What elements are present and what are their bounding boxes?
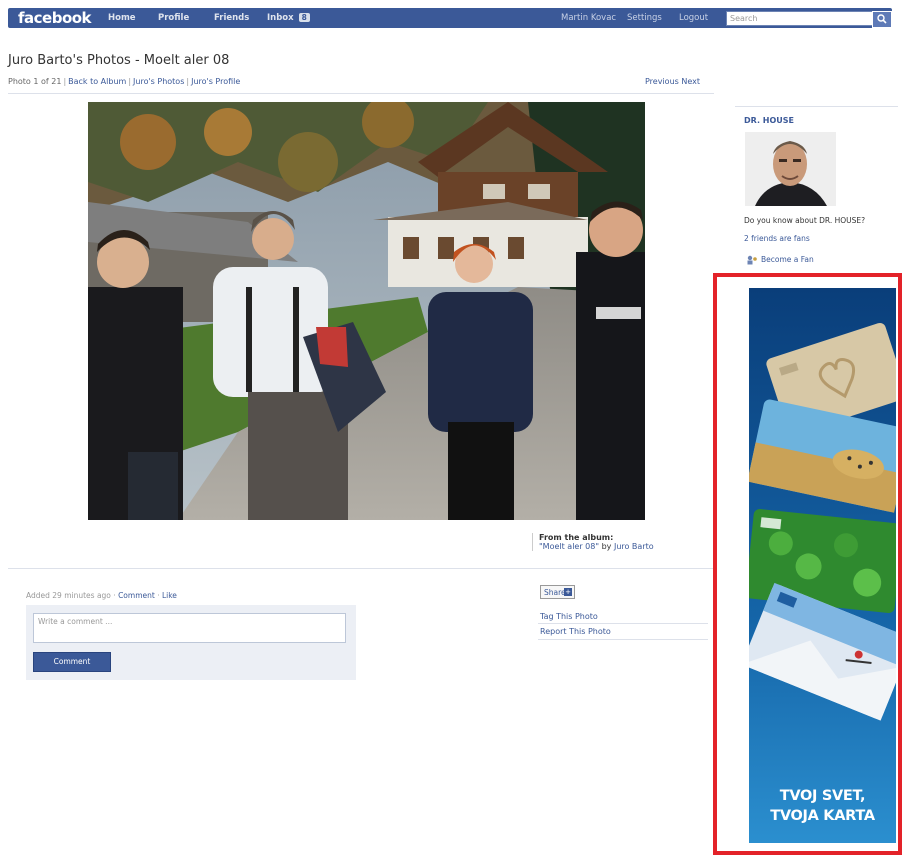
album-by: by — [601, 542, 612, 551]
fan-count-link[interactable]: 2 friends are fans — [744, 234, 810, 243]
become-fan-link[interactable]: Become a Fan — [746, 255, 814, 265]
tag-photo-link[interactable]: Tag This Photo — [540, 612, 598, 621]
nav-settings[interactable]: Settings — [627, 13, 662, 23]
album-line: "Moelt aler 08" by Juro Barto — [539, 542, 711, 551]
nav-profile[interactable]: Profile — [158, 13, 189, 23]
divider — [735, 106, 898, 107]
divider — [8, 568, 714, 569]
fan-page-title[interactable]: DR. HOUSE — [744, 116, 794, 125]
nav-user-name[interactable]: Martin Kovac — [561, 13, 616, 23]
portrait-image — [745, 132, 836, 206]
fan-icon — [747, 255, 757, 265]
album-name-link[interactable]: "Moelt aler 08" — [539, 542, 599, 551]
search-icon — [877, 14, 887, 24]
share-button[interactable]: Share + — [540, 585, 575, 599]
share-label: Share — [544, 588, 566, 597]
photo-index: Photo 1 of 21 — [8, 77, 62, 86]
nav-logout[interactable]: Logout — [679, 13, 708, 23]
owner-photos-link[interactable]: Juro's Photos — [133, 77, 184, 86]
main-photo[interactable] — [88, 102, 645, 520]
comment-input[interactable]: Write a comment ... — [33, 613, 346, 643]
ad-highlight-box — [713, 273, 902, 855]
search-button[interactable] — [872, 11, 892, 28]
album-owner-link[interactable]: Juro Barto — [614, 542, 654, 551]
owner-profile-link[interactable]: Juro's Profile — [191, 77, 240, 86]
nav-friends[interactable]: Friends — [214, 13, 249, 23]
added-time: Added 29 minutes ago — [26, 591, 111, 600]
top-navigation-bar: facebook Home Profile Friends Inbox 8 Ma… — [8, 8, 892, 28]
fan-page-photo[interactable] — [745, 132, 836, 206]
group-photo-image — [88, 102, 645, 520]
album-info: From the album: "Moelt aler 08" by Juro … — [532, 533, 711, 551]
fan-question: Do you know about DR. HOUSE? — [744, 216, 866, 225]
next-link[interactable]: Next — [681, 77, 700, 86]
photo-breadcrumb: Photo 1 of 21 | Back to Album | Juro's Photo… — [8, 77, 241, 86]
plus-icon: + — [564, 588, 572, 596]
nav-inbox-label: Inbox — [267, 13, 294, 23]
back-to-album-link[interactable]: Back to Album — [68, 77, 126, 86]
nav-inbox[interactable]: Inbox 8 — [267, 13, 310, 23]
added-line: Added 29 minutes ago · Comment · Like — [26, 591, 177, 600]
become-fan-label: Become a Fan — [761, 255, 814, 264]
divider — [538, 623, 708, 624]
like-link[interactable]: Like — [162, 591, 177, 600]
album-label: From the album: — [539, 533, 614, 542]
comment-link[interactable]: Comment — [118, 591, 155, 600]
inbox-count-badge: 8 — [298, 13, 310, 22]
facebook-logo[interactable]: facebook — [18, 9, 92, 27]
search-input[interactable]: Search — [726, 11, 877, 26]
page-title: Juro Barto's Photos - Moelt aler 08 — [8, 53, 230, 68]
nav-home[interactable]: Home — [108, 13, 136, 23]
comment-button[interactable]: Comment — [33, 652, 111, 672]
report-photo-link[interactable]: Report This Photo — [540, 627, 611, 636]
previous-link[interactable]: Previous — [645, 77, 679, 86]
comment-box: Write a comment ... Comment — [26, 605, 356, 680]
photo-pager: Previous Next — [645, 77, 700, 86]
divider — [538, 639, 708, 640]
divider — [8, 93, 714, 94]
